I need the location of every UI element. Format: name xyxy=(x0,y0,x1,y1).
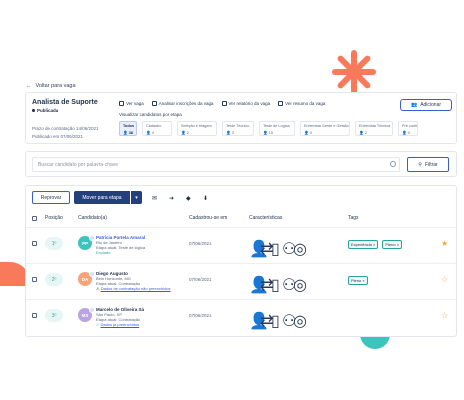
tag-chip[interactable]: Pleno × xyxy=(348,276,368,285)
row-checkbox[interactable] xyxy=(32,241,37,246)
move-to-stage-button[interactable]: Mover para etapa xyxy=(74,191,130,204)
table-row[interactable]: 1º PP Patricia Portela Amaral Rio de Jan… xyxy=(26,227,458,263)
search-input[interactable]: Buscar candidato por palavra-chave xyxy=(32,157,400,172)
person-add-icon: ⚇ xyxy=(282,277,297,294)
candidate-info: Diego Augusto Belo Horizonte, MG Etapa a… xyxy=(96,271,171,291)
forward-icon[interactable]: ➜ xyxy=(169,195,174,202)
table-header: Posição Candidato(a) Cadastrou-se em Car… xyxy=(26,213,458,225)
features: 👤 ⇄ ▯ ⚇ ◎ xyxy=(249,239,307,258)
candidate-info: Marcelo de Oliveira Sá São Paulo, SP Eta… xyxy=(96,307,144,327)
features: 👤 ⇄ ▯ ⚇ ◎ xyxy=(249,275,307,294)
star-icon[interactable]: ★ xyxy=(441,239,448,248)
row-checkbox[interactable] xyxy=(32,277,37,282)
job-summary-card: Analista de Suporte Publicada Prazo de c… xyxy=(25,92,457,144)
header-candidate: Candidato(a) xyxy=(78,215,107,221)
person-icon: 👤 xyxy=(249,313,269,330)
header-registered: Cadastrou-se em xyxy=(189,215,228,221)
avatar: MS xyxy=(78,307,95,322)
document-icon: ▯ xyxy=(271,313,280,330)
view-report-link[interactable]: Ver relatório da vaga xyxy=(221,101,270,106)
trend-icon xyxy=(221,101,227,106)
search-card: Buscar candidato por palavra-chave ⚲ Fil… xyxy=(25,151,457,177)
avatar: PP xyxy=(78,235,95,250)
position-badge: 2º xyxy=(45,273,63,286)
avatar: DA xyxy=(78,271,95,286)
stage-tab-todos[interactable]: Todos 👤 38 xyxy=(119,121,137,136)
registered-date: 07/06/2021 xyxy=(189,241,212,246)
retweet-icon: ⇄ xyxy=(260,241,274,258)
header-tags: Tags xyxy=(348,215,359,221)
download-icon[interactable]: ⬇ xyxy=(203,195,208,202)
arrow-left-icon: ← xyxy=(26,83,32,89)
tags: Pleno × xyxy=(348,276,368,285)
reject-button[interactable]: Reprovar xyxy=(32,191,70,204)
candidates-table: Reprovar Mover para etapa ▾ ✉ ➜ ◆ ⬇ Posi… xyxy=(25,185,458,337)
document-icon xyxy=(278,101,284,106)
registered-date: 07/06/2021 xyxy=(189,277,212,282)
status-dot-icon xyxy=(32,109,35,112)
stage-filter-label: Visualizar candidatos por etapa xyxy=(119,112,182,117)
retweet-icon: ⇄ xyxy=(260,313,274,330)
mail-icon[interactable]: ✉ xyxy=(152,195,157,202)
tag-chip[interactable]: Pleno × xyxy=(382,240,403,249)
candidate-info: Patricia Portela Amaral Rio de Janeiro E… xyxy=(96,235,145,255)
header-position: Posição xyxy=(45,215,63,221)
registered-date: 07/06/2021 xyxy=(189,313,212,318)
stage-tabs: Todos 👤 38 Cadastro 👤 4 Seleção e triage… xyxy=(119,121,418,136)
header-features: Características xyxy=(249,215,283,221)
back-link[interactable]: ← Voltar para vaga xyxy=(26,83,76,89)
view-job-link[interactable]: Ver vaga xyxy=(119,101,144,106)
target-icon: ◎ xyxy=(293,277,307,294)
decorative-star-shape xyxy=(332,50,376,94)
view-summary-link[interactable]: Ver resumo da vaga xyxy=(278,101,325,106)
job-actions: Ver vaga Analisar inscrições da vaga Ver… xyxy=(119,101,325,106)
job-published-date: Publicado em 07/06/2021 xyxy=(32,134,84,139)
chart-icon xyxy=(151,101,157,106)
job-deadline: Prazo de contratação 14/06/2021 xyxy=(32,126,99,131)
select-all-checkbox[interactable] xyxy=(32,216,37,221)
stage-tab-selecao[interactable]: Seleção e triagem 👤 2 xyxy=(177,121,217,136)
status-badge: Publicada xyxy=(32,108,58,113)
person-add-icon: ⚇ xyxy=(282,313,297,330)
document-icon: ▯ xyxy=(271,241,280,258)
features: 👤 ⇄ ▯ ⚇ ◎ xyxy=(249,311,307,330)
star-outline-icon[interactable]: ☆ xyxy=(441,275,448,284)
candidate-note: Enviado xyxy=(96,250,111,255)
analyze-applications-link[interactable]: Analisar inscrições da vaga xyxy=(151,101,214,106)
candidate-note: ✓ Dados já preenchidos xyxy=(96,322,140,327)
star-outline-icon[interactable]: ☆ xyxy=(441,311,448,320)
target-icon: ◎ xyxy=(293,241,307,258)
row-checkbox[interactable] xyxy=(32,313,37,318)
stage-tab-teste-tecnico[interactable]: Teste Técnico 👤 3 xyxy=(222,121,254,136)
filter-button[interactable]: ⚲ Filtrar xyxy=(407,157,449,172)
edit-icon xyxy=(119,101,124,106)
candidate-note: ⚠ Dados de contratação não preenchidos xyxy=(96,286,171,291)
person-icon: 👤 xyxy=(249,241,269,258)
tag-chip[interactable]: Experiência × xyxy=(348,240,379,249)
back-link-label: Voltar para vaga xyxy=(35,83,76,89)
retweet-icon: ⇄ xyxy=(260,277,274,294)
table-row[interactable]: 3º MS Marcelo de Oliveira Sá São Paulo, … xyxy=(26,299,458,335)
stage-tab-entrevista-gente[interactable]: Entrevista Gente e Gestão 👤 0 xyxy=(300,121,350,136)
table-row[interactable]: 2º DA Diego Augusto Belo Horizonte, MG E… xyxy=(26,263,458,299)
add-user-icon: 👥 xyxy=(410,102,418,108)
person-add-icon: ⚇ xyxy=(282,241,297,258)
search-icon xyxy=(390,161,396,167)
job-title: Analista de Suporte xyxy=(32,99,98,106)
add-candidate-button[interactable]: 👥 Adicionar xyxy=(400,99,452,111)
position-badge: 1º xyxy=(45,237,63,250)
stage-tab-teste-logica[interactable]: Teste de Lógica 👤 15 xyxy=(259,121,295,136)
filter-icon: ⚲ xyxy=(418,161,422,168)
target-icon: ◎ xyxy=(293,313,307,330)
person-icon: 👤 xyxy=(249,277,269,294)
document-icon: ▯ xyxy=(271,277,280,294)
chevron-down-icon[interactable]: ▾ xyxy=(131,191,142,204)
stage-tab-cadastro[interactable]: Cadastro 👤 4 xyxy=(142,121,172,136)
tag-icon[interactable]: ◆ xyxy=(186,195,191,202)
stage-tab-pre-contratacao[interactable]: Pré contr 👤 0 xyxy=(398,121,418,136)
position-badge: 3º xyxy=(45,309,63,322)
stage-tab-entrevista-tecnica[interactable]: Entrevista Técnica 👤 2 xyxy=(355,121,393,136)
tags: Experiência × Pleno × xyxy=(348,240,403,249)
